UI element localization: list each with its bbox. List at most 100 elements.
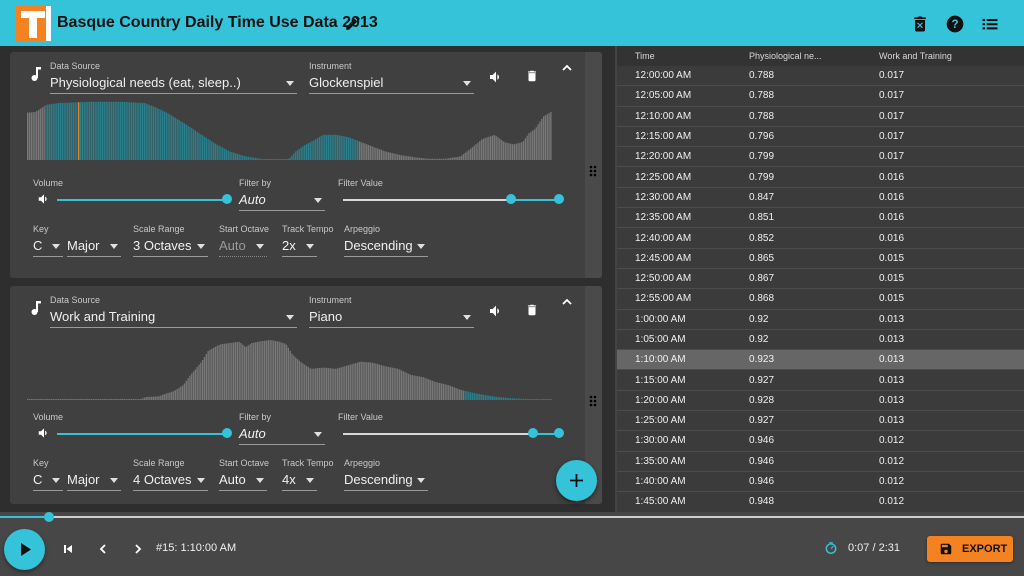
waveform-bar[interactable] [544,115,547,160]
waveform-bar[interactable] [316,368,319,400]
table-row[interactable]: 1:00:00 AM 0.92 0.013 [617,309,1024,330]
waveform-bar[interactable] [271,340,273,400]
table-row[interactable]: 1:45:00 AM 0.948 0.012 [617,492,1024,512]
waveform-bar[interactable] [129,399,131,400]
waveform-bar[interactable] [68,399,71,400]
filter-by-select[interactable]: Auto [239,423,325,445]
waveform-bar[interactable] [409,374,412,400]
waveform-bar[interactable] [192,129,195,160]
table-row[interactable]: 1:10:00 AM 0.923 0.013 [617,350,1024,371]
waveform-bar[interactable] [400,155,403,160]
waveform-bar[interactable] [400,370,403,400]
waveform-bar[interactable] [409,156,412,160]
waveform-bar[interactable] [466,151,468,160]
waveform-bar[interactable] [123,101,125,160]
waveform-bar[interactable] [347,137,350,160]
waveform-bar[interactable] [156,108,158,160]
waveform-bar[interactable] [457,156,459,160]
instrument-select[interactable]: Piano [309,306,474,328]
waveform-bar[interactable] [140,399,142,400]
waveform-bar[interactable] [149,396,151,400]
waveform-bar[interactable] [329,134,331,160]
next-icon[interactable] [131,542,145,556]
waveform-bar[interactable] [216,345,218,400]
waveform-bar[interactable] [119,101,122,160]
waveform-bar[interactable] [406,372,408,400]
waveform-bar[interactable] [276,341,279,400]
waveform-bar[interactable] [167,392,169,400]
waveform-bar[interactable] [338,135,341,160]
waveform-bar[interactable] [154,396,156,400]
waveform-bar[interactable] [429,380,432,400]
waveform-bar[interactable] [150,396,153,400]
waveform-bar[interactable] [187,378,189,400]
table-row[interactable]: 12:05:00 AM 0.788 0.017 [617,86,1024,107]
waveform-bar[interactable] [176,118,178,160]
waveform-bar[interactable] [92,399,94,400]
waveform-bar[interactable] [178,387,180,400]
waveform-bar[interactable] [358,141,361,160]
waveform-bar[interactable] [375,147,377,160]
waveform-bar[interactable] [218,345,220,400]
waveform-bar[interactable] [161,394,164,400]
waveform-bar[interactable] [110,399,113,400]
waveform-bar[interactable] [313,140,315,160]
waveform-bar[interactable] [407,373,410,400]
waveform-bar[interactable] [54,399,56,400]
waveform-bar[interactable] [473,393,475,400]
waveform-bar[interactable] [482,394,485,400]
waveform-bar[interactable] [202,360,204,400]
waveform-bar[interactable] [251,157,253,160]
waveform-bar[interactable] [455,157,457,160]
waveform-bar[interactable] [174,390,177,400]
waveform-bar[interactable] [141,398,144,400]
waveform-bar[interactable] [291,353,293,400]
waveform-bar[interactable] [324,134,326,160]
waveform-bar[interactable] [27,112,29,160]
waveform-bar[interactable] [189,375,191,400]
waveform-bar[interactable] [404,155,406,160]
waveform-bar[interactable] [433,381,435,400]
waveform-bar[interactable] [521,142,523,160]
table-row[interactable]: 12:50:00 AM 0.867 0.015 [617,268,1024,290]
waveform-bar[interactable] [315,368,317,400]
waveform-bar[interactable] [163,394,166,400]
waveform-bar[interactable] [238,341,240,400]
waveform-bar[interactable] [448,158,450,160]
waveform-bar[interactable] [389,367,392,400]
waveform-bar[interactable] [32,112,34,160]
waveform-bar[interactable] [202,135,204,160]
waveform-bar[interactable] [61,102,64,160]
waveform-bar[interactable] [422,377,424,400]
waveform-bar[interactable] [107,399,109,400]
waveform-bar[interactable] [287,158,290,160]
waveform-bar[interactable] [185,124,187,160]
waveform-bar[interactable] [522,141,525,160]
waveform-bar[interactable] [500,140,503,160]
waveform-bar[interactable] [451,157,454,160]
waveform-bar[interactable] [227,150,229,160]
waveform-bar[interactable] [220,344,222,400]
waveform-bar[interactable] [205,354,208,400]
waveform-bar[interactable] [415,375,417,400]
waveform-bar[interactable] [296,358,299,400]
waveform-bar[interactable] [260,158,262,160]
waveform-bar[interactable] [273,159,275,160]
waveform-bar[interactable] [389,152,392,160]
waveform-bar[interactable] [112,101,115,160]
waveform-bar[interactable] [497,137,499,160]
waveform-bar[interactable] [247,156,249,160]
waveform-bar[interactable] [30,112,33,160]
previous-icon[interactable] [96,542,110,556]
waveform-bar[interactable] [331,134,333,160]
waveform-bar[interactable] [72,102,74,160]
waveform-bar[interactable] [515,143,517,160]
waveform-bar[interactable] [375,363,377,400]
waveform-bar[interactable] [158,396,160,400]
column-header-physiological[interactable]: Physiological ne... [749,51,879,61]
waveform-bar[interactable] [517,143,519,160]
waveform-bar[interactable] [161,110,164,160]
waveform-bar[interactable] [356,140,359,160]
arpeggio-select[interactable]: Descending [344,235,428,257]
waveform-bar[interactable] [88,399,91,400]
